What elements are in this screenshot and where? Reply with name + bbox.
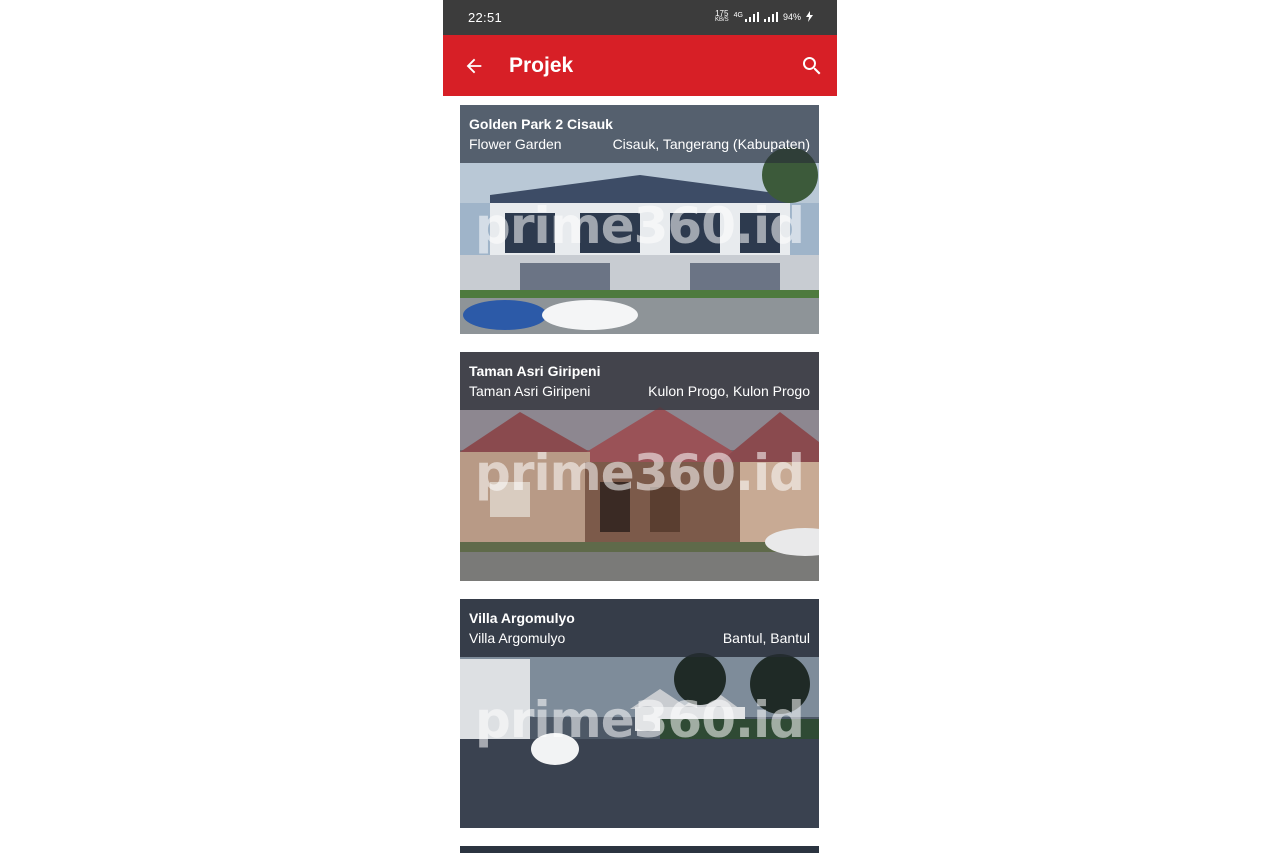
search-icon — [803, 57, 821, 75]
project-subtitle: Flower Garden — [469, 136, 562, 152]
watermark-text: prime360.id — [475, 197, 805, 255]
charging-icon — [806, 10, 813, 24]
card-details: Villa Argomulyo Bantul, Bantul — [469, 628, 810, 649]
project-list: prime360.id Golden Park 2 Cisauk Flower … — [460, 105, 819, 853]
network-speed: 175 KB/S — [715, 10, 729, 24]
card-caption: Villa Argomulyo Villa Argomulyo Bantul, … — [460, 599, 819, 657]
project-location: Bantul, Bantul — [722, 630, 810, 646]
search-button[interactable] — [799, 53, 825, 79]
app-bar: Projek — [443, 35, 837, 96]
project-title: Villa Argomulyo — [469, 610, 575, 626]
phone-screen: 22:51 175 KB/S 4G 94% Projek prime360.id… — [443, 0, 837, 853]
card-caption: Golden Park 2 Cisauk Flower Garden Cisau… — [460, 105, 819, 163]
project-location: Cisauk, Tangerang (Kabupaten) — [612, 136, 810, 152]
project-subtitle: Villa Argomulyo — [469, 630, 566, 646]
arrow-back-icon — [466, 58, 482, 74]
signal-icon-2 — [763, 12, 778, 22]
project-subtitle: Taman Asri Giripeni — [469, 383, 591, 399]
network-speed-unit: KB/S — [714, 17, 729, 23]
card-details: Flower Garden Cisauk, Tangerang (Kabupat… — [469, 134, 810, 155]
watermark-text: prime360.id — [475, 444, 805, 502]
network-speed-value: 175 — [715, 9, 729, 18]
status-bar: 22:51 175 KB/S 4G 94% — [443, 0, 837, 35]
status-time: 22:51 — [468, 10, 503, 25]
status-icons: 175 KB/S 4G 94% — [715, 10, 813, 24]
network-type-label: 4G — [733, 12, 743, 19]
project-card-taman-asri[interactable]: prime360.id Taman Asri Giripeni Taman As… — [460, 352, 819, 581]
card-details: Taman Asri Giripeni Kulon Progo, Kulon P… — [469, 381, 810, 402]
project-title: Golden Park 2 Cisauk — [469, 116, 613, 132]
back-button[interactable] — [461, 53, 487, 79]
card-caption: Taman Asri Giripeni Taman Asri Giripeni … — [460, 352, 819, 410]
project-card-partial[interactable] — [460, 846, 819, 853]
project-title: Taman Asri Giripeni — [469, 363, 601, 379]
project-location: Kulon Progo, Kulon Progo — [648, 383, 810, 399]
page-title: Projek — [509, 54, 574, 77]
watermark-text: prime360.id — [475, 691, 805, 749]
project-card-golden-park[interactable]: prime360.id Golden Park 2 Cisauk Flower … — [460, 105, 819, 334]
signal-icon: 4G — [734, 12, 759, 22]
battery-percentage: 94% — [782, 12, 801, 22]
project-card-villa-argomulyo[interactable]: prime360.id Villa Argomulyo Villa Argomu… — [460, 599, 819, 828]
